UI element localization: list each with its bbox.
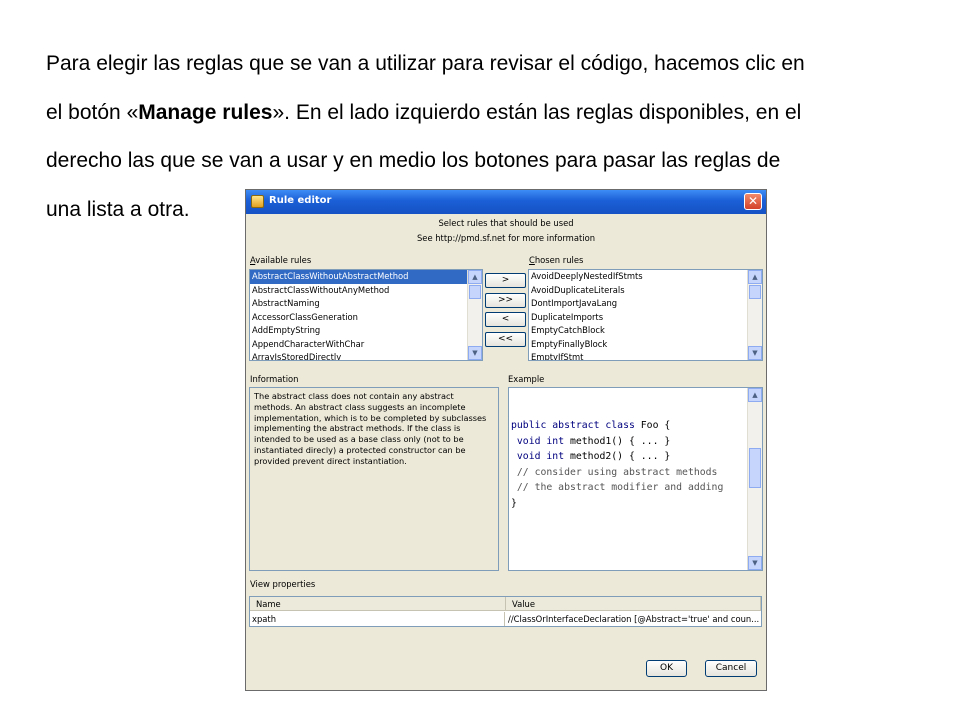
property-name-cell[interactable]: xpath [250,612,505,626]
scroll-up-arrow-icon[interactable]: ▲ [748,270,762,284]
remove-all-rules-button[interactable]: << [485,332,526,347]
manage-rules-emphasis: Manage rules [138,100,273,124]
code-comment: // the abstract modifier and adding [511,482,724,493]
example-code: public abstract class Foo { void int met… [511,418,723,511]
list-item[interactable]: AddEmptyString [250,324,482,338]
view-properties-label: View properties [250,579,316,589]
available-label-rest: vailable rules [255,255,312,265]
dialog-title: Rule editor [269,195,332,206]
chosen-label-rest: hosen rules [534,255,584,265]
paragraph-line-1: Para elegir las reglas que se van a util… [46,52,805,75]
app-icon [251,195,264,208]
list-item[interactable]: AbstractNaming [250,297,482,311]
available-rules-label: Available rules [250,255,311,265]
scroll-down-arrow-icon[interactable]: ▼ [468,346,482,360]
list-item[interactable]: EmptyCatchBlock [529,324,762,338]
scroll-thumb[interactable] [749,285,761,299]
code-keyword: void int [516,435,565,447]
code-text: } [511,497,517,509]
example-code-panel[interactable]: public abstract class Foo { void int met… [508,387,763,571]
property-value-cell[interactable]: //ClassOrInterfaceDeclaration [@Abstract… [506,612,761,626]
header-instruction: Select rules that should be used [438,218,574,228]
remove-rule-button[interactable]: < [485,312,526,327]
add-rule-button[interactable]: > [485,273,526,288]
paragraph-line-2: el botón «Manage rules». En el lado izqu… [46,89,926,138]
list-item[interactable]: AccessorClassGeneration [250,311,482,325]
scroll-up-arrow-icon[interactable]: ▲ [468,270,482,284]
code-comment: // consider using abstract methods [511,466,718,478]
cancel-button[interactable]: Cancel [705,660,757,677]
list-item[interactable]: AbstractClassWithoutAbstractMethod [250,270,482,284]
chosen-rules-list[interactable]: AvoidDeeplyNestedIfStmts AvoidDuplicateLi… [528,269,763,361]
properties-table[interactable]: Name Value xpath //ClassOrInterfaceDecla… [249,596,762,627]
list-item[interactable]: DontImportJavaLang [529,297,762,311]
information-text: The abstract class does not contain any … [249,387,499,571]
list-item[interactable]: ArrayIsStoredDirectly [250,351,482,360]
close-button[interactable]: ✕ [744,193,762,210]
rule-editor-dialog: Rule editor ✕ Select rules that should b… [245,189,767,691]
line2-before: el botón « [46,100,139,124]
scroll-thumb[interactable] [749,448,761,488]
available-scrollbar[interactable]: ▲ ▼ [467,270,482,360]
code-text: method2() { ... } [564,451,671,462]
dialog-titlebar[interactable]: Rule editor ✕ [246,190,766,214]
scroll-down-arrow-icon[interactable]: ▼ [748,556,762,570]
example-label: Example [508,374,545,384]
add-all-rules-button[interactable]: >> [485,293,526,308]
code-text: method1() { ... } [564,435,671,447]
list-item[interactable]: AvoidDeeplyNestedIfStmts [529,270,762,284]
code-keyword: public abstract class [511,420,635,431]
list-item[interactable]: AvoidDuplicateLiterals [529,284,762,298]
line2-after: ». En el lado izquierdo están las reglas… [272,100,802,124]
list-item[interactable]: AbstractClassWithoutAnyMethod [250,284,482,298]
chosen-rules-label: Chosen rules [529,255,583,265]
code-text: Foo { [634,420,671,431]
code-keyword: void int [516,451,565,462]
information-label: Information [250,374,299,384]
list-item[interactable]: EmptyIfStmt [529,351,762,360]
available-rules-list[interactable]: AbstractClassWithoutAbstractMethod Abstra… [249,269,483,361]
header-info-link: See http://pmd.sf.net for more informati… [416,233,596,243]
column-header-value[interactable]: Value [506,597,761,611]
available-rules-items: AbstractClassWithoutAbstractMethod Abstra… [250,270,482,360]
example-scrollbar[interactable]: ▲ ▼ [747,388,762,570]
list-item[interactable]: EmptyFinallyBlock [529,338,762,352]
scroll-down-arrow-icon[interactable]: ▼ [748,346,762,360]
scroll-up-arrow-icon[interactable]: ▲ [748,388,762,402]
paragraph-line-3: derecho las que se van a usar y en medio… [46,149,781,172]
scroll-thumb[interactable] [469,285,481,299]
list-item[interactable]: AppendCharacterWithChar [250,338,482,352]
chosen-scrollbar[interactable]: ▲ ▼ [747,270,762,360]
column-header-name[interactable]: Name [250,597,506,611]
list-item[interactable]: DuplicateImports [529,311,762,325]
ok-button[interactable]: OK [646,660,687,677]
chosen-rules-items: AvoidDeeplyNestedIfStmts AvoidDuplicateLi… [529,270,762,360]
